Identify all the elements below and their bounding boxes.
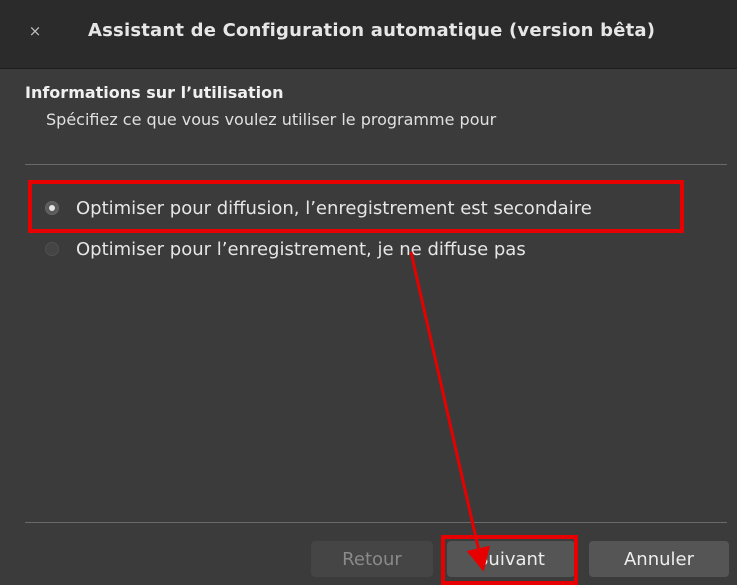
radio-unselected-icon[interactable] <box>45 242 59 256</box>
arrow-line <box>409 251 491 572</box>
next-button[interactable]: Suivant <box>447 541 575 577</box>
option-streaming-radio[interactable]: Optimiser pour diffusion, l’enregistreme… <box>45 193 592 223</box>
option-recording-label: Optimiser pour l’enregistrement, je ne d… <box>76 238 526 260</box>
cancel-button[interactable]: Annuler <box>589 541 729 577</box>
section-title: Informations sur l’utilisation <box>25 83 284 102</box>
divider-top <box>25 164 727 165</box>
setup-wizard-window: × Assistant de Configuration automatique… <box>0 0 737 585</box>
title-bar: × Assistant de Configuration automatique… <box>0 0 737 69</box>
divider-bottom <box>25 522 727 523</box>
radio-selected-icon[interactable] <box>45 201 59 215</box>
option-recording-radio[interactable]: Optimiser pour l’enregistrement, je ne d… <box>45 234 526 264</box>
back-button[interactable]: Retour <box>311 541 433 577</box>
close-icon[interactable]: × <box>28 24 42 39</box>
section-subtitle: Spécifiez ce que vous voulez utiliser le… <box>46 110 497 129</box>
option-streaming-label: Optimiser pour diffusion, l’enregistreme… <box>76 197 592 219</box>
window-title: Assistant de Configuration automatique (… <box>88 20 656 41</box>
